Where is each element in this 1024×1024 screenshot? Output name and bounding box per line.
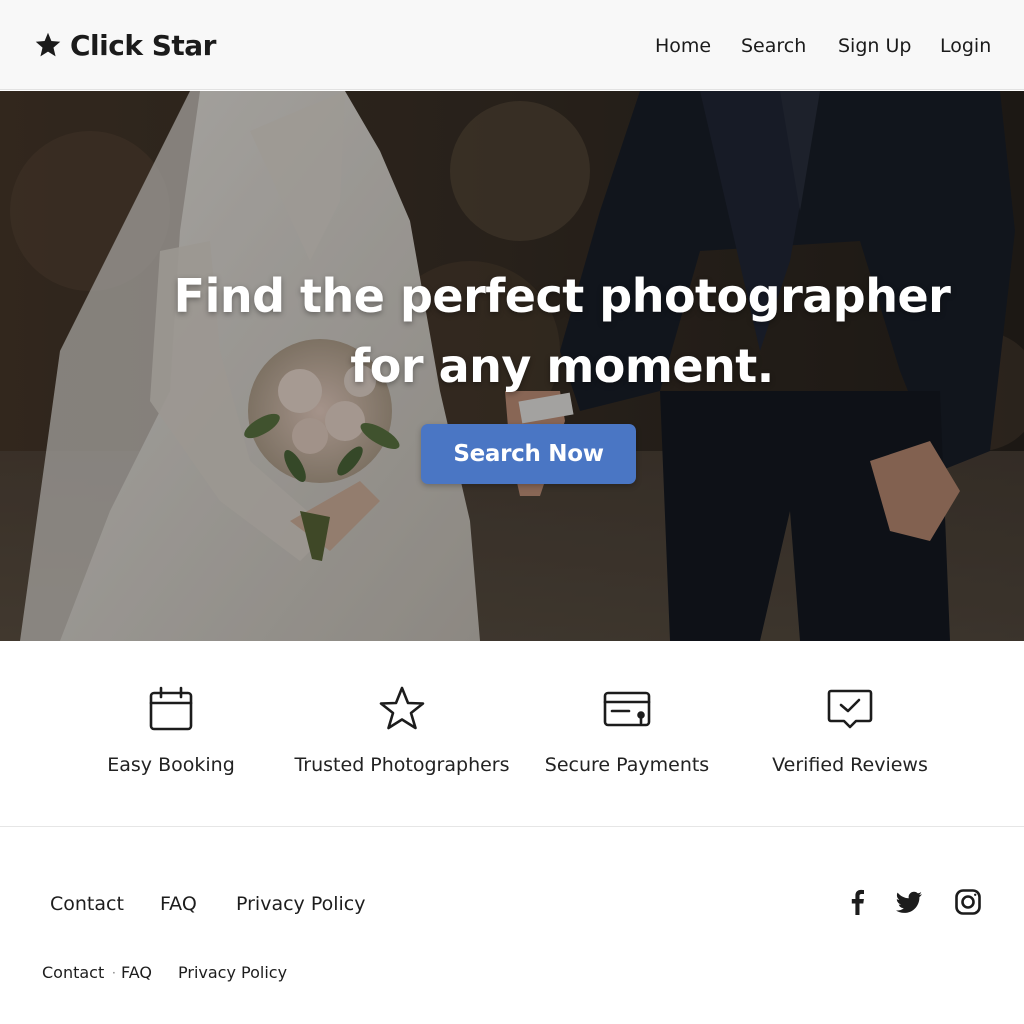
calendar-icon [149, 686, 193, 731]
footer-separator-dot: · [112, 966, 116, 980]
hero-title: Find the perfect photographer for any mo… [112, 261, 1012, 401]
footer-secondary-contact-link[interactable]: Contact [42, 962, 104, 984]
feature-label: Verified Reviews [772, 754, 928, 776]
footer-contact-link[interactable]: Contact [50, 892, 124, 916]
star-icon [35, 32, 61, 57]
feature-easy-booking: Easy Booking [56, 685, 286, 777]
star-outline-icon [379, 686, 425, 730]
brand-logo[interactable]: Click Star [34, 27, 216, 63]
feature-secure-payments: Secure Payments [512, 685, 742, 777]
search-now-button[interactable]: Search Now [421, 424, 636, 484]
hero-section: Find the perfect photographer for any mo… [0, 91, 1024, 641]
footer-faq-link[interactable]: FAQ [160, 892, 197, 916]
footer-privacy-link[interactable]: Privacy Policy [236, 892, 365, 916]
feature-label: Secure Payments [544, 754, 710, 776]
nav-login-link[interactable]: Login [940, 32, 991, 60]
footer-secondary-privacy-link[interactable]: Privacy Policy [178, 962, 287, 984]
brand-name: Click Star [70, 28, 216, 62]
nav-home-link[interactable]: Home [655, 32, 711, 60]
hero-title-line1: Find the perfect photographer [173, 269, 951, 323]
hero-title-line2: for any moment. [350, 339, 774, 393]
credit-card-icon [603, 691, 651, 727]
facebook-icon[interactable] [842, 887, 872, 917]
nav-search-link[interactable]: Search [741, 32, 806, 60]
message-check-icon [827, 689, 873, 729]
twitter-icon[interactable] [894, 887, 924, 917]
feature-verified-reviews: Verified Reviews [735, 685, 965, 777]
feature-label: Easy Booking [107, 754, 235, 776]
section-divider [0, 826, 1024, 827]
feature-trusted-photographers: Trusted Photographers [287, 685, 517, 777]
nav-signup-link[interactable]: Sign Up [838, 32, 911, 60]
instagram-icon[interactable] [953, 887, 983, 917]
feature-label: Trusted Photographers [294, 754, 510, 776]
footer-secondary-faq-link[interactable]: FAQ [121, 962, 152, 984]
top-navigation-bar: Click Star Home Search Sign Up Login [0, 0, 1024, 90]
